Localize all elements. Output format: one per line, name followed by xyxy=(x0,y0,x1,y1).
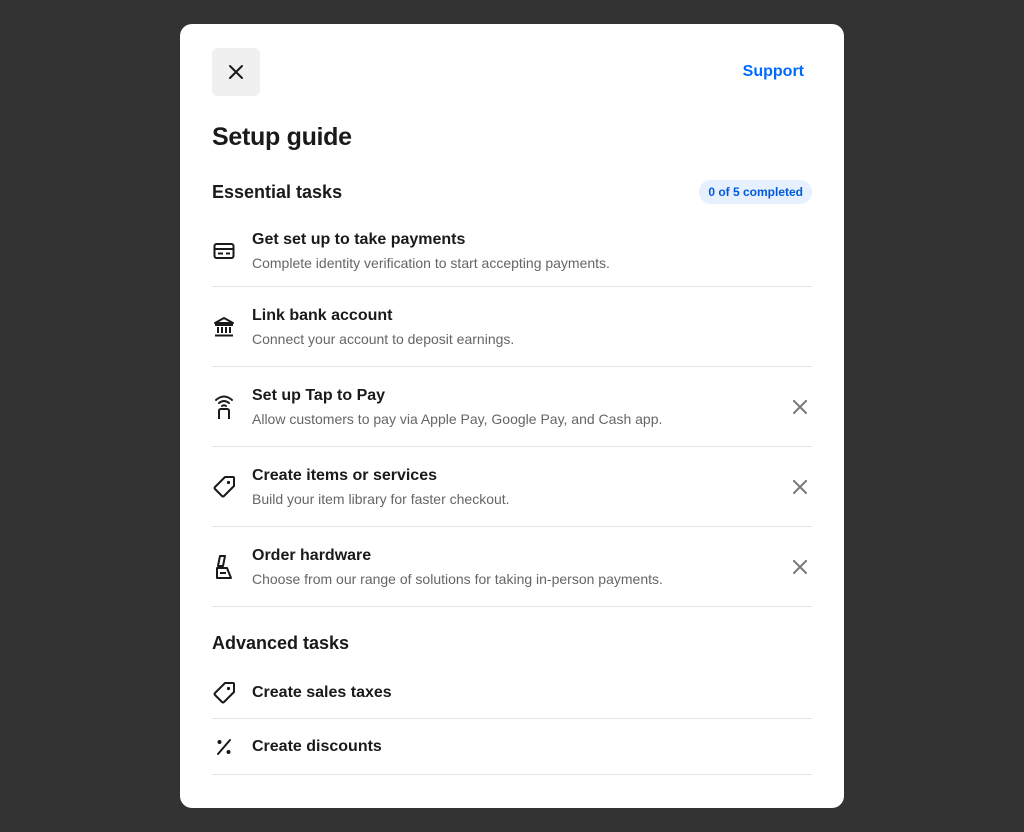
task-create-discounts[interactable]: Create discounts xyxy=(212,719,812,775)
advanced-tasks-header: Advanced tasks xyxy=(212,633,812,655)
task-link-bank[interactable]: Link bank account Connect your account t… xyxy=(212,287,812,367)
bank-icon xyxy=(212,315,236,339)
advanced-task-list: Create sales taxes Create discounts xyxy=(212,667,812,775)
close-icon xyxy=(793,479,807,494)
section-title: Advanced tasks xyxy=(212,633,350,653)
task-description: Choose from our range of solutions for t… xyxy=(252,570,663,587)
close-icon xyxy=(793,559,807,574)
page-title: Setup guide xyxy=(212,123,352,151)
setup-guide-modal: Support Setup guide Essential tasks 0 of… xyxy=(180,24,844,808)
support-link[interactable]: Support xyxy=(743,63,804,81)
task-description: Allow customers to pay via Apple Pay, Go… xyxy=(252,410,663,427)
hardware-icon xyxy=(212,554,236,579)
task-take-payments[interactable]: Get set up to take payments Complete ide… xyxy=(212,216,812,287)
close-icon xyxy=(228,64,244,80)
dismiss-button[interactable] xyxy=(788,395,812,419)
task-description: Complete identity verification to start … xyxy=(252,255,610,271)
task-title: Set up Tap to Pay xyxy=(252,386,386,404)
tag-icon xyxy=(212,681,236,705)
close-button[interactable] xyxy=(212,48,260,96)
tap-to-pay-icon xyxy=(212,395,236,419)
dismiss-button[interactable] xyxy=(788,475,812,499)
task-title: Create discounts xyxy=(252,737,382,755)
task-title: Order hardware xyxy=(252,546,372,564)
modal-header: Support xyxy=(212,48,812,96)
task-title: Link bank account xyxy=(252,306,393,324)
percent-icon xyxy=(212,735,236,759)
essential-task-list: Get set up to take payments Complete ide… xyxy=(212,216,812,607)
section-title: Essential tasks xyxy=(212,181,343,202)
task-description: Build your item library for faster check… xyxy=(252,490,510,507)
task-description: Connect your account to deposit earnings… xyxy=(252,330,515,347)
task-title: Create items or services xyxy=(252,466,437,484)
credit-card-icon xyxy=(212,239,236,263)
task-order-hardware[interactable]: Order hardware Choose from our range of … xyxy=(212,527,812,607)
task-tap-to-pay[interactable]: Set up Tap to Pay Allow customers to pay… xyxy=(212,367,812,447)
task-create-sales-taxes[interactable]: Create sales taxes xyxy=(212,667,812,719)
dismiss-button[interactable] xyxy=(788,555,812,579)
task-create-items[interactable]: Create items or services Build your item… xyxy=(212,447,812,527)
close-icon xyxy=(793,399,807,414)
essential-tasks-header: Essential tasks 0 of 5 completed xyxy=(212,180,812,204)
progress-badge: 0 of 5 completed xyxy=(699,180,812,204)
task-title: Get set up to take payments xyxy=(252,231,466,248)
tag-icon xyxy=(212,475,236,499)
task-title: Create sales taxes xyxy=(252,683,392,701)
